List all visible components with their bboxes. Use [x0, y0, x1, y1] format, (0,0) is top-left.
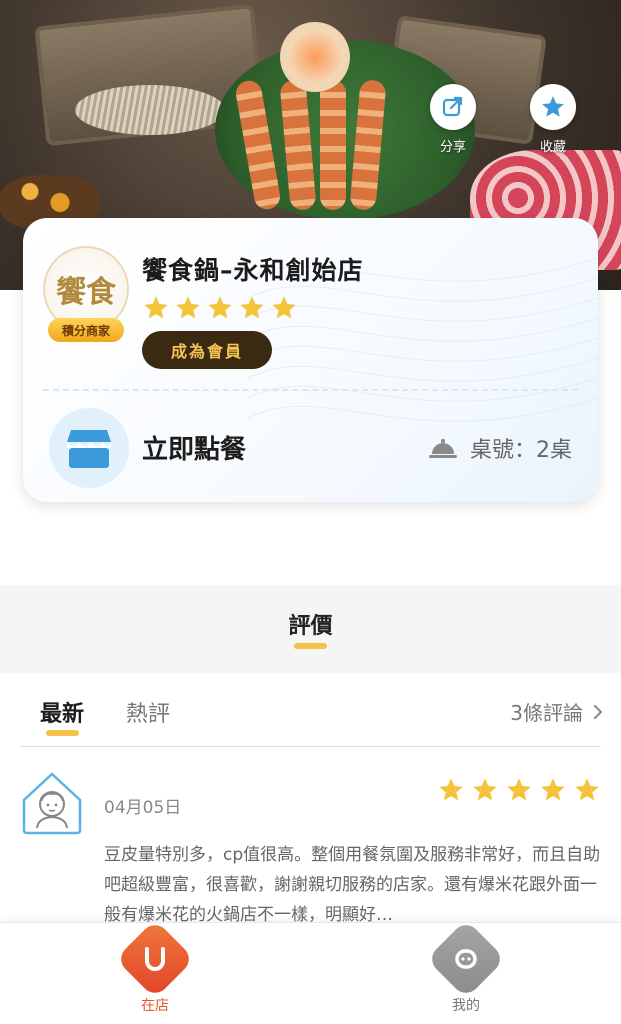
star-icon	[272, 296, 296, 319]
nav-item-profile[interactable]: 我的	[406, 919, 526, 1015]
shop-icon	[67, 430, 111, 468]
review-date: 04月05日	[104, 798, 182, 818]
share-label: 分享	[439, 140, 466, 155]
nav-item-in-store[interactable]: 在店	[95, 919, 215, 1015]
profile-icon	[426, 919, 506, 999]
order-now-icon[interactable]	[49, 408, 129, 488]
service-bell-icon	[429, 439, 457, 458]
reviews-section-title: 評價	[288, 614, 333, 639]
tab-latest[interactable]: 最新	[40, 696, 84, 728]
card-divider	[43, 389, 578, 391]
order-now-label[interactable]: 立即點餐	[142, 429, 246, 466]
table-number-label: 桌號：2桌	[470, 438, 572, 463]
nav-label-profile: 我的	[452, 998, 480, 1014]
review-rating	[437, 776, 601, 804]
star-icon	[176, 296, 200, 319]
star-icon	[439, 778, 463, 801]
star-icon	[473, 778, 497, 801]
shrimp	[320, 80, 346, 210]
chevron-right-icon	[594, 704, 602, 719]
star-icon	[507, 778, 531, 801]
table-number: 桌號：2桌	[428, 432, 572, 464]
active-tab-indicator	[46, 730, 79, 736]
star-icon	[575, 778, 599, 801]
store-rating	[142, 294, 298, 322]
points-merchant-badge: 積分商家	[48, 318, 124, 342]
store-logo: 饗食 積分商家	[43, 246, 129, 346]
star-icon	[240, 296, 264, 319]
logo-text: 饗食	[56, 275, 116, 310]
section-title-underline	[294, 643, 327, 649]
favorite-button[interactable]: 收藏	[523, 84, 583, 155]
all-reviews-link[interactable]: 3條評論	[510, 697, 603, 726]
tab-popular[interactable]: 熱評	[126, 696, 170, 728]
star-icon	[541, 778, 565, 801]
bottom-navigation: 在店 我的	[0, 919, 621, 1024]
user-avatar-icon	[22, 772, 82, 835]
star-icon	[530, 84, 576, 130]
noodles	[75, 85, 225, 135]
nav-label-in-store: 在店	[141, 998, 169, 1014]
star-icon	[144, 296, 168, 319]
tabs-divider	[20, 746, 601, 747]
share-button[interactable]: 分享	[423, 84, 483, 155]
in-store-icon	[115, 919, 195, 999]
favorite-label: 收藏	[539, 140, 566, 155]
share-icon	[430, 84, 476, 130]
scallop	[280, 22, 350, 92]
review-count-label: 3條評論	[510, 701, 583, 725]
review-text: 豆皮量特別多，cp值很高。整個用餐氛圍及服務非常好，而且自助吧超級豐富，很喜歡，…	[104, 845, 601, 925]
store-card: 饗食 積分商家 饗食鍋–永和創始店 成為會員 立即點餐 桌號：2桌	[23, 218, 598, 502]
store-name: 饗食鍋–永和創始店	[142, 256, 364, 285]
star-icon	[208, 296, 232, 319]
become-member-button[interactable]: 成為會員	[142, 331, 272, 369]
